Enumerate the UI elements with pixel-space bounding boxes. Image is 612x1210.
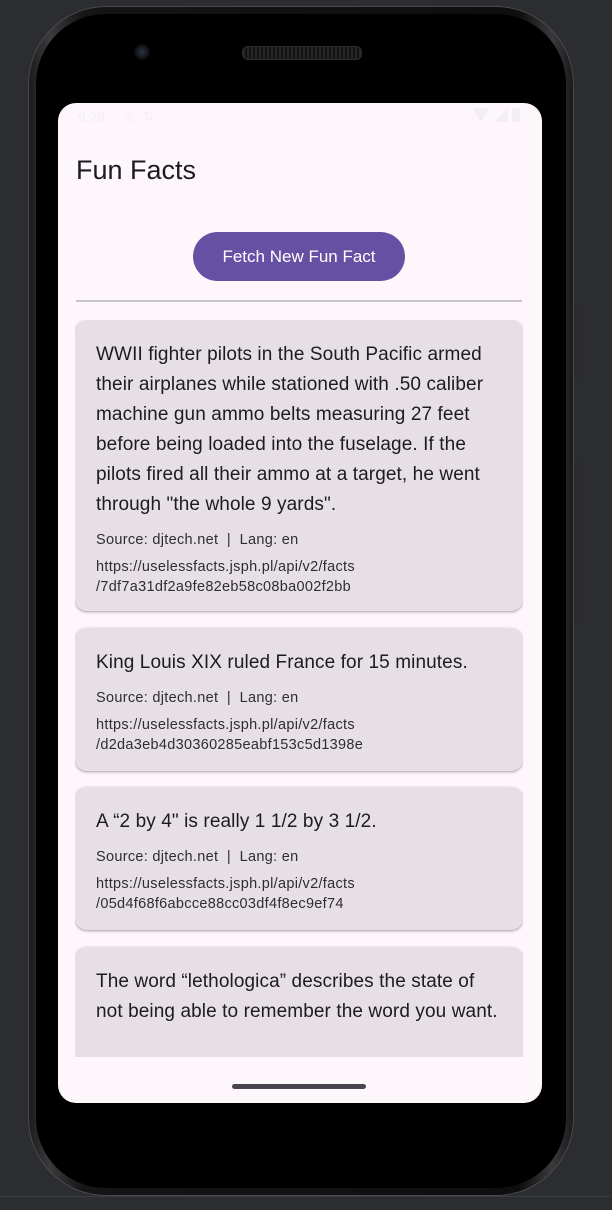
divider (76, 300, 522, 302)
fact-list[interactable]: WWII fighter pilots in the South Pacific… (75, 320, 523, 1057)
emulator-divider (0, 1196, 612, 1197)
power-button (574, 306, 579, 378)
earpiece-speaker (242, 46, 362, 60)
status-time: 9:28 (78, 109, 106, 125)
fact-url: https://uselessfacts.jsph.pl/api/v2/fact… (96, 874, 503, 914)
fact-url: https://uselessfacts.jsph.pl/api/v2/fact… (96, 557, 503, 597)
status-bar: 9:28 ◎↻ (58, 103, 542, 133)
app-title: Fun Facts (76, 155, 197, 185)
fact-card[interactable]: A “2 by 4" is really 1 1/2 by 3 1/2. Sou… (75, 787, 523, 930)
battery-icon (512, 108, 520, 122)
fact-text: King Louis XIX ruled France for 15 minut… (96, 652, 468, 673)
wifi-icon (472, 108, 490, 122)
fact-meta: Source: djtech.net | Lang: en (96, 532, 299, 548)
volume-button (574, 462, 579, 622)
fact-text: A “2 by 4" is really 1 1/2 by 3 1/2. (96, 811, 377, 832)
home-indicator[interactable] (232, 1084, 366, 1089)
fact-url-line: /d2da3eb4d30360285eabf153c5d1398e (96, 737, 364, 753)
fact-text: WWII fighter pilots in the South Pacific… (96, 344, 484, 515)
notification-icon: ◎ (124, 109, 144, 124)
fact-card[interactable]: King Louis XIX ruled France for 15 minut… (75, 628, 523, 771)
fact-url-line: https://uselessfacts.jsph.pl/api/v2/fact… (96, 717, 355, 733)
device-screen: 9:28 ◎↻ Fun Facts Fetch New Fun Fact WWI… (58, 103, 542, 1103)
fact-text: The word “lethologica” describes the sta… (96, 971, 498, 1022)
fact-url-line: /05d4f68f6abcce88cc03df4f8ec9ef74 (96, 896, 344, 912)
notification-icons: ◎↻ (124, 109, 162, 125)
system-icons (472, 108, 520, 122)
fact-card[interactable]: WWII fighter pilots in the South Pacific… (75, 320, 523, 611)
fact-card[interactable]: The word “lethologica” describes the sta… (75, 947, 523, 1057)
emulator-background: 9:28 ◎↻ Fun Facts Fetch New Fun Fact WWI… (0, 0, 612, 1210)
fact-meta: Source: djtech.net | Lang: en (96, 690, 299, 706)
fact-url-line: https://uselessfacts.jsph.pl/api/v2/fact… (96, 559, 355, 575)
signal-icon (494, 108, 508, 122)
sync-icon: ↻ (143, 109, 163, 124)
fact-meta: Source: djtech.net | Lang: en (96, 849, 299, 865)
front-camera-icon (134, 44, 150, 60)
fact-url: https://uselessfacts.jsph.pl/api/v2/fact… (96, 715, 503, 755)
fact-url-line: https://uselessfacts.jsph.pl/api/v2/fact… (96, 876, 355, 892)
fact-url-line: /7df7a31df2a9fe82eb58c08ba002f2bb (96, 579, 352, 595)
fetch-new-fun-fact-button[interactable]: Fetch New Fun Fact (193, 232, 405, 281)
